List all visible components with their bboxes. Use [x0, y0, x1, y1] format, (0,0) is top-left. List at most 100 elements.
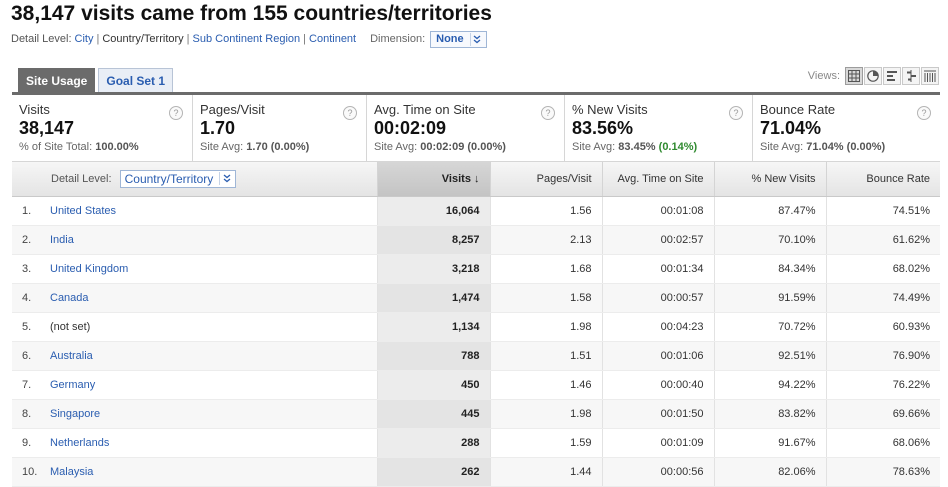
cell-visits: 1,474	[376, 283, 490, 313]
metric-name: Bounce Rate	[760, 102, 836, 117]
metric-subtext: Site Avg: 83.45% (0.14%)	[572, 141, 752, 153]
country-name-link[interactable]: United States	[42, 196, 377, 226]
cell-new-visits: 91.59%	[713, 283, 826, 313]
cell-bounce-rate: 60.93%	[825, 312, 940, 342]
table-row: 3. United Kingdom 3,218 1.68 00:01:34 84.34% 6…	[12, 254, 940, 284]
cell-avg-time: 00:01:08	[601, 196, 714, 226]
comparison-view-icon[interactable]	[902, 67, 920, 85]
metric-sub-label: Site Avg:	[200, 141, 244, 153]
country-name-link[interactable]: Malaysia	[42, 457, 377, 487]
detail-level-subcontinent-link[interactable]: Sub Continent Region	[193, 33, 301, 45]
metric-delta: (0.00%)	[467, 141, 506, 153]
cell-avg-time: 00:00:57	[601, 283, 714, 313]
column-header-visits[interactable]: Visits ↓	[376, 162, 490, 197]
row-rank: 9.	[12, 428, 42, 458]
cell-new-visits: 94.22%	[713, 370, 826, 400]
country-name-link[interactable]: Singapore	[42, 399, 377, 429]
table-row: 7. Germany 450 1.46 00:00:40 94.22% 76.22%	[12, 370, 940, 400]
cell-new-visits: 83.82%	[713, 399, 826, 429]
cell-pages-visit: 1.58	[489, 283, 602, 313]
cell-pages-visit: 1.59	[489, 428, 602, 458]
help-icon[interactable]: ?	[917, 106, 931, 120]
performance-view-icon[interactable]	[883, 67, 901, 85]
country-name-link[interactable]: Australia	[42, 341, 377, 371]
cell-bounce-rate: 69.66%	[825, 399, 940, 429]
row-rank: 6.	[12, 341, 42, 371]
country-name-link[interactable]: Netherlands	[42, 428, 377, 458]
dimension-select[interactable]: None	[430, 30, 487, 48]
metric-sub-label: Site Avg:	[760, 141, 804, 153]
metric-value: 71.04%	[760, 118, 822, 138]
detail-level-continent-link[interactable]: Continent	[309, 33, 356, 45]
country-name-link[interactable]: Germany	[42, 370, 377, 400]
metric-sub-label: Site Avg:	[572, 141, 616, 153]
cell-visits: 262	[376, 457, 490, 487]
detail-level-city-link[interactable]: City	[75, 33, 94, 45]
column-header-new-visits[interactable]: % New Visits	[713, 162, 826, 197]
table-row: 9. Netherlands 288 1.59 00:01:09 91.67% 68.06%	[12, 428, 940, 458]
country-name-link[interactable]: United Kingdom	[42, 254, 377, 284]
cell-bounce-rate: 68.06%	[825, 428, 940, 458]
cell-visits: 8,257	[376, 225, 490, 255]
table-row: 8. Singapore 445 1.98 00:01:50 83.82% 69.66%	[12, 399, 940, 429]
metric-sub-value: 100.00%	[95, 141, 139, 153]
cell-bounce-rate: 76.90%	[825, 341, 940, 371]
metric-name: Avg. Time on Site	[374, 102, 476, 117]
pivot-view-icon[interactable]	[921, 67, 939, 85]
cell-avg-time: 00:00:56	[601, 457, 714, 487]
metric-sub-label: Site Avg:	[374, 141, 418, 153]
cell-new-visits: 82.06%	[713, 457, 826, 487]
tab-goal-set-1[interactable]: Goal Set 1	[98, 68, 174, 92]
cell-pages-visit: 1.68	[489, 254, 602, 284]
metric-value: 38,147	[19, 118, 75, 138]
table-view-icon[interactable]	[845, 67, 863, 85]
country-name-link[interactable]: Canada	[42, 283, 377, 313]
help-icon[interactable]: ?	[169, 106, 183, 120]
cell-pages-visit: 1.56	[489, 196, 602, 226]
rank-header	[12, 162, 42, 197]
metric-sub-label: % of Site Total:	[19, 141, 93, 153]
table-row: 1. United States 16,064 1.56 00:01:08 87.47% 7…	[12, 196, 940, 226]
chevron-down-icon	[219, 172, 233, 186]
detail-level-country-current: Country/Territory	[102, 33, 184, 45]
metric-value: 00:02:09	[374, 118, 447, 138]
dimension-label: Dimension:	[370, 33, 426, 45]
country-name-link[interactable]: India	[42, 225, 377, 255]
help-icon[interactable]: ?	[729, 106, 743, 120]
cell-visits: 16,064	[376, 196, 490, 226]
metric-subtext: Site Avg: 00:02:09 (0.00%)	[374, 141, 564, 153]
column-header-bounce-rate[interactable]: Bounce Rate	[825, 162, 940, 197]
cell-bounce-rate: 74.51%	[825, 196, 940, 226]
help-icon[interactable]: ?	[541, 106, 555, 120]
tab-site-usage[interactable]: Site Usage	[18, 68, 96, 92]
separator: |	[303, 33, 307, 45]
help-icon[interactable]: ?	[343, 106, 357, 120]
chevron-down-icon	[469, 32, 484, 46]
metric-name: Pages/Visit	[200, 102, 265, 117]
cell-bounce-rate: 76.22%	[825, 370, 940, 400]
table-row: 2. India 8,257 2.13 00:02:57 70.10% 61.62%	[12, 225, 940, 255]
row-rank: 10.	[12, 457, 42, 487]
column-header-avg-time[interactable]: Avg. Time on Site	[601, 162, 714, 197]
cell-pages-visit: 1.44	[489, 457, 602, 487]
detail-level-label: Detail Level:	[11, 33, 72, 45]
cell-bounce-rate: 68.02%	[825, 254, 940, 284]
views-switcher: Views:	[808, 67, 939, 85]
row-rank: 3.	[12, 254, 42, 284]
page-title: 38,147 visits came from 155 countries/te…	[11, 2, 492, 25]
cell-new-visits: 92.51%	[713, 341, 826, 371]
column-header-pages-visit[interactable]: Pages/Visit	[489, 162, 602, 197]
metric-subtext: % of Site Total: 100.00%	[19, 141, 192, 153]
cell-visits: 1,134	[376, 312, 490, 342]
metric-visits: Visits 38,147 % of Site Total: 100.00% ?	[12, 95, 193, 161]
table-detail-level-select[interactable]: Country/Territory	[119, 169, 237, 188]
country-name: (not set)	[42, 312, 377, 342]
cell-avg-time: 00:00:40	[601, 370, 714, 400]
row-rank: 1.	[12, 196, 42, 226]
cell-avg-time: 00:01:50	[601, 399, 714, 429]
pie-chart-icon[interactable]	[864, 67, 882, 85]
cell-new-visits: 87.47%	[713, 196, 826, 226]
metric-value: 1.70	[200, 118, 236, 138]
cell-new-visits: 70.72%	[713, 312, 826, 342]
cell-bounce-rate: 78.63%	[825, 457, 940, 487]
